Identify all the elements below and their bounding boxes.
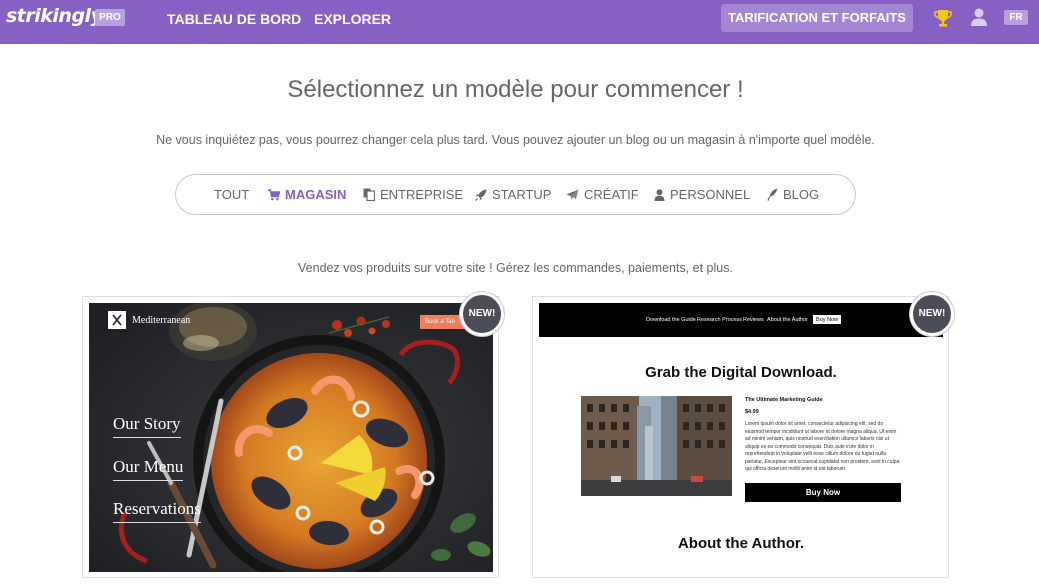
filter-label: STARTUP (492, 187, 552, 202)
filter-label: CRÉATIF (584, 187, 639, 202)
product-description: Lorem ipsum dolor sit amet, consectetur … (745, 421, 900, 472)
nav-dashboard-link[interactable]: TABLEAU DE BORD (167, 11, 301, 27)
new-badge: NEW! (910, 292, 954, 336)
quill-icon (767, 188, 778, 201)
documents-icon (363, 188, 375, 201)
menu-item-our-story: Our Story (113, 414, 181, 438)
category-tagline: Vendez vos produits sur votre site ! Gér… (298, 261, 733, 275)
template-nav-item: Download the Guide (646, 317, 696, 323)
template-nav-buy-button: Buy Now (812, 314, 842, 325)
filter-label: ENTREPRISE (380, 187, 464, 202)
category-filter-bar: TOUT MAGASIN ENTREPRISE STARTUP CRÉATIF (175, 174, 856, 215)
new-badge: NEW! (460, 292, 504, 336)
page-title: Sélectionnez un modèle pour commencer ! (287, 76, 744, 103)
menu-item-our-menu: Our Menu (113, 457, 184, 481)
filter-magasin[interactable]: MAGASIN (268, 187, 346, 202)
template-nav-item: Research Process (697, 317, 742, 323)
trophy-icon[interactable] (933, 8, 953, 28)
filter-label: TOUT (214, 187, 250, 202)
restaurant-logo-icon (108, 311, 126, 329)
cart-icon (268, 188, 280, 200)
product-name: The Ultimate Marketing Guide (745, 397, 823, 403)
user-icon[interactable] (969, 7, 989, 27)
filter-label: MAGASIN (285, 187, 347, 202)
filter-label: PERSONNEL (670, 187, 751, 202)
language-selector[interactable]: FR (1004, 10, 1028, 25)
about-author-heading: About the Author. (677, 535, 805, 552)
person-icon (654, 188, 665, 201)
filter-entreprise[interactable]: ENTREPRISE (363, 187, 463, 202)
template-nav-item: About the Author (767, 317, 808, 323)
pro-badge: PRO (95, 9, 125, 26)
template-heading: Grab the Digital Download. (645, 364, 837, 381)
template-navbar: Download the Guide Research Process Revi… (539, 303, 943, 337)
buy-now-button: Buy Now (745, 483, 901, 502)
mediterranean-template-preview[interactable]: Mediterranean Book a Tab Our Story Our M… (89, 303, 493, 572)
page-subtitle: Ne vous inquiétez pas, vous pourrez chan… (156, 133, 875, 147)
template-brand-name: Mediterranean (132, 315, 191, 326)
template-card-mediterranean[interactable]: Mediterranean Book a Tab Our Story Our M… (82, 292, 504, 578)
top-navbar: strikingly PRO TABLEAU DE BORD EXPLORER … (0, 0, 1039, 44)
pricing-button[interactable]: TARIFICATION ET FORFAITS (721, 4, 913, 32)
template-card-digital-download[interactable]: Download the Guide Research Process Revi… (532, 292, 954, 578)
paper-plane-icon (566, 189, 579, 200)
product-price: $4.99 (745, 409, 759, 415)
digital-download-template-preview[interactable]: Download the Guide Research Process Revi… (539, 303, 943, 572)
menu-item-reservations: Reservations (113, 499, 201, 523)
template-nav-item: Reviews (743, 317, 764, 323)
filter-tout[interactable]: TOUT (214, 187, 249, 202)
filter-startup[interactable]: STARTUP (475, 187, 551, 202)
filter-label: BLOG (783, 187, 820, 202)
rocket-icon (475, 189, 487, 201)
filter-personnel[interactable]: PERSONNEL (654, 187, 750, 202)
filter-creatif[interactable]: CRÉATIF (566, 187, 639, 202)
filter-blog[interactable]: BLOG (767, 187, 819, 202)
nav-explore-link[interactable]: EXPLORER (314, 11, 391, 27)
city-street-photo (581, 396, 732, 496)
strikingly-logo[interactable]: strikingly (6, 5, 103, 27)
